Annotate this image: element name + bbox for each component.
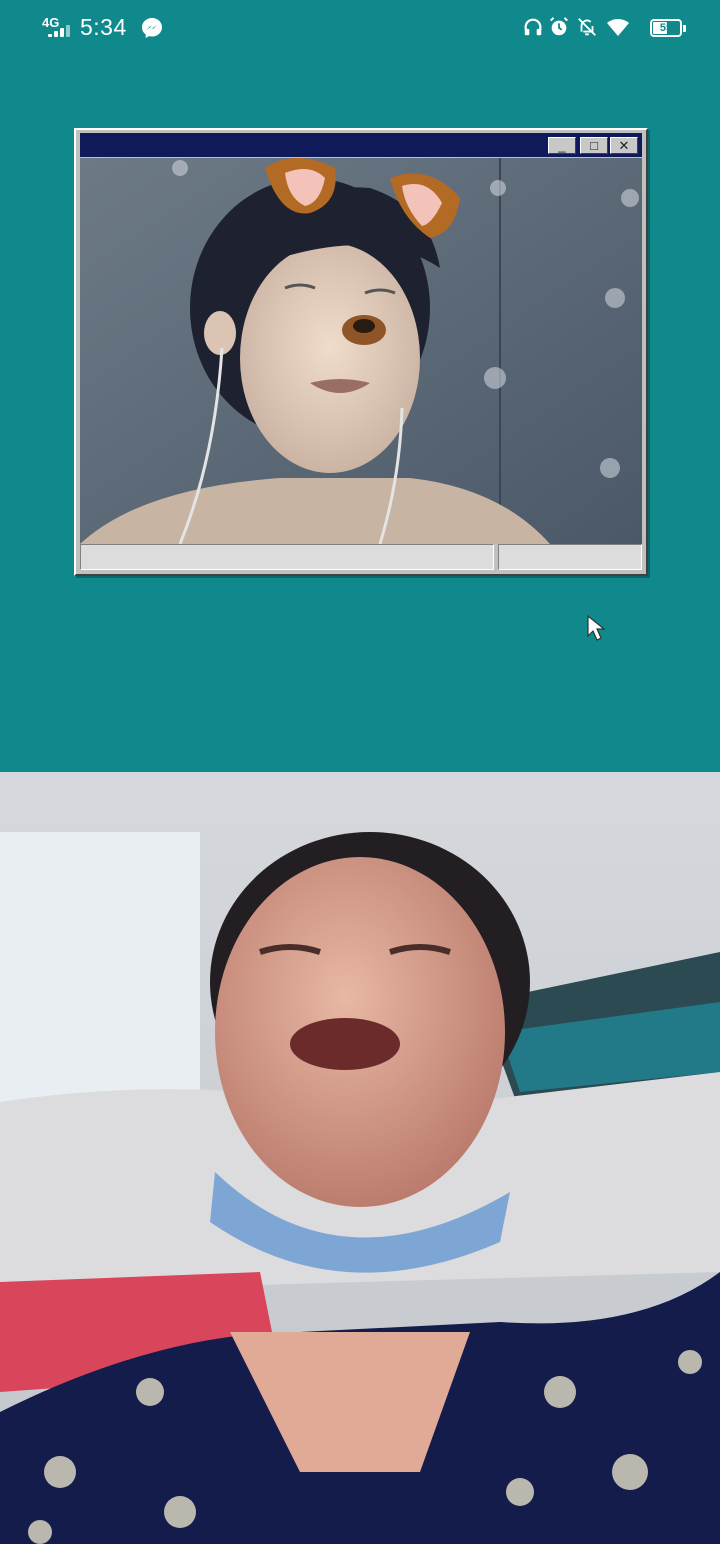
clock: 5:34: [80, 14, 127, 40]
headphones-icon: [524, 18, 542, 36]
messenger-icon: [142, 18, 162, 38]
remote-video-feed[interactable]: [0, 772, 720, 1544]
signal-icon: 4G: [40, 15, 74, 39]
local-video-preview[interactable]: [80, 158, 642, 544]
network-type: 4G: [42, 15, 60, 30]
battery-level: 55: [659, 22, 673, 34]
mouse-pointer-icon: [587, 614, 606, 641]
system-icons: 55: [522, 14, 686, 42]
local-video-frame: [80, 158, 642, 544]
alarm-icon: [550, 17, 568, 36]
window-title-bar: _ □ ✕: [80, 133, 642, 157]
maximize-icon: □: [580, 137, 608, 154]
window-status-bar: [80, 544, 642, 570]
bell-off-icon: [578, 18, 596, 36]
minimize-icon: _: [548, 137, 576, 154]
local-camera-area: 4G 5:34 55 _ □ ✕: [0, 0, 720, 772]
battery-icon: 55: [650, 19, 682, 37]
close-icon: ✕: [610, 137, 638, 154]
wifi-icon: [607, 18, 629, 36]
remote-video-frame: [0, 772, 720, 1544]
status-bar: 4G 5:34 55: [0, 0, 720, 56]
retro-window-frame: _ □ ✕: [74, 128, 648, 576]
